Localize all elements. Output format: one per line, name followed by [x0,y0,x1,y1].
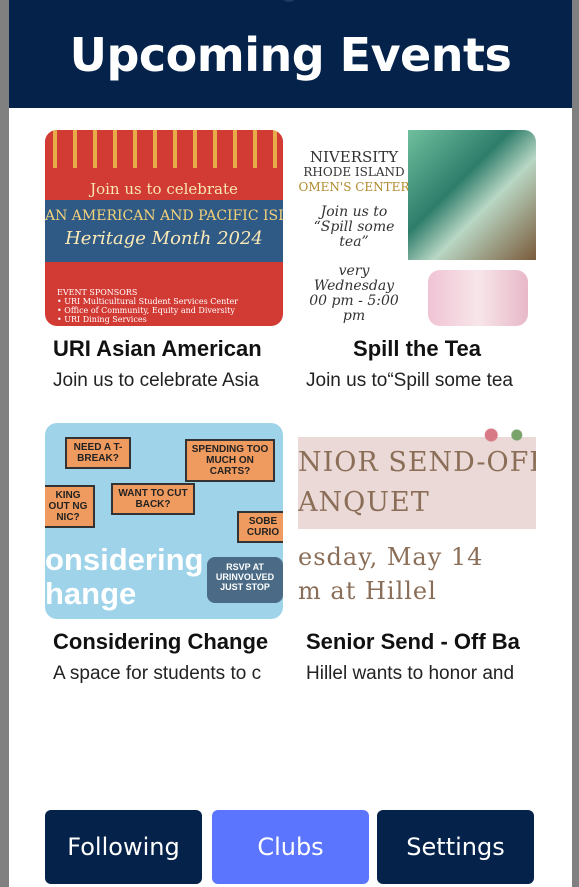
teacup-photo [428,270,528,326]
event-card[interactable]: Join us to celebrate AN AMERICAN AND PAC… [45,130,283,392]
image-text: ANQUET [298,487,430,518]
event-image[interactable]: Join us to celebrate AN AMERICAN AND PAC… [45,130,283,326]
image-text: • URI Dining Services [57,315,147,324]
event-description: A space for students to c [53,663,262,684]
event-title[interactable]: Senior Send - Off Ba [298,629,536,655]
tea-box-photo [408,130,536,260]
page-title: Upcoming Events [69,28,512,82]
image-text: m at Hillel [298,577,437,605]
image-text: KING OUT NG NIC? [45,485,95,528]
lantern-decoration [45,130,283,168]
image-text: RHODE ISLAND [303,165,405,179]
image-text: NEED A T-BREAK? [65,437,131,469]
image-text: Join us to celebrate [90,180,238,198]
image-headline: onsidering hange [45,543,203,611]
image-text: “Spill some tea” [313,219,395,250]
image-text: Join us to [320,204,388,220]
image-text: WANT TO CUT BACK? [111,483,195,515]
event-description: Join us to“Spill some tea [306,370,513,391]
image-text: NIVERSITY [309,148,399,166]
image-sponsors: EVENT SPONSORS • URI Multicultural Stude… [57,288,238,324]
image-text: 00 pm - 5:00 pm [309,293,399,324]
image-text: NIOR SEND-OFF [298,447,536,478]
image-text: hange [45,576,137,611]
image-text: • URI Multicultural Student Services Cen… [57,297,239,306]
clubs-button[interactable]: Clubs [212,810,369,884]
following-button[interactable]: Following [45,810,202,884]
event-title[interactable]: URI Asian American [45,336,283,362]
event-image[interactable]: NIVERSITY RHODE ISLAND OMEN'S CENTER Joi… [298,130,536,326]
image-text-block: NIVERSITY RHODE ISLAND OMEN'S CENTER Joi… [298,150,410,324]
event-description: Join us to celebrate Asia [53,370,259,391]
image-text: very Wednesday [313,263,395,294]
camera-notch [282,0,296,2]
event-card[interactable]: NIOR SEND-OFF ANQUET esday, May 14 m at … [298,423,536,685]
image-text: AN AMERICAN AND PACIFIC ISLA [45,208,283,224]
image-text: SOBE CURIO [237,511,283,543]
event-card[interactable]: NEED A T-BREAK? SPENDING TOO MUCH ON CAR… [45,423,283,685]
image-text: OMEN'S CENTER [298,180,410,194]
image-text: SPENDING TOO MUCH ON CARTS? [185,439,275,482]
image-text: RSVP AT URINVOLVED JUST STOP [207,557,283,603]
image-text: Heritage Month 2024 [65,228,263,249]
image-text: EVENT SPONSORS [57,288,138,297]
app-frame: Upcoming Events Join us to celebrate AN … [9,0,572,887]
settings-button[interactable]: Settings [377,810,534,884]
event-title[interactable]: Considering Change [45,629,283,655]
event-card[interactable]: NIVERSITY RHODE ISLAND OMEN'S CENTER Joi… [298,130,536,392]
image-text: esday, May 14 [298,543,484,571]
flower-decoration [472,423,536,447]
event-image[interactable]: NIOR SEND-OFF ANQUET esday, May 14 m at … [298,423,536,619]
event-description: Hillel wants to honor and [306,663,515,684]
event-image[interactable]: NEED A T-BREAK? SPENDING TOO MUCH ON CAR… [45,423,283,619]
image-banner: AN AMERICAN AND PACIFIC ISLA Heritage Mo… [45,200,283,262]
image-text: onsidering [45,542,204,577]
header-bar: Upcoming Events [9,0,572,108]
event-title[interactable]: Spill the Tea [298,336,536,362]
image-text: • Office of Community, Equity and Divers… [57,306,235,315]
